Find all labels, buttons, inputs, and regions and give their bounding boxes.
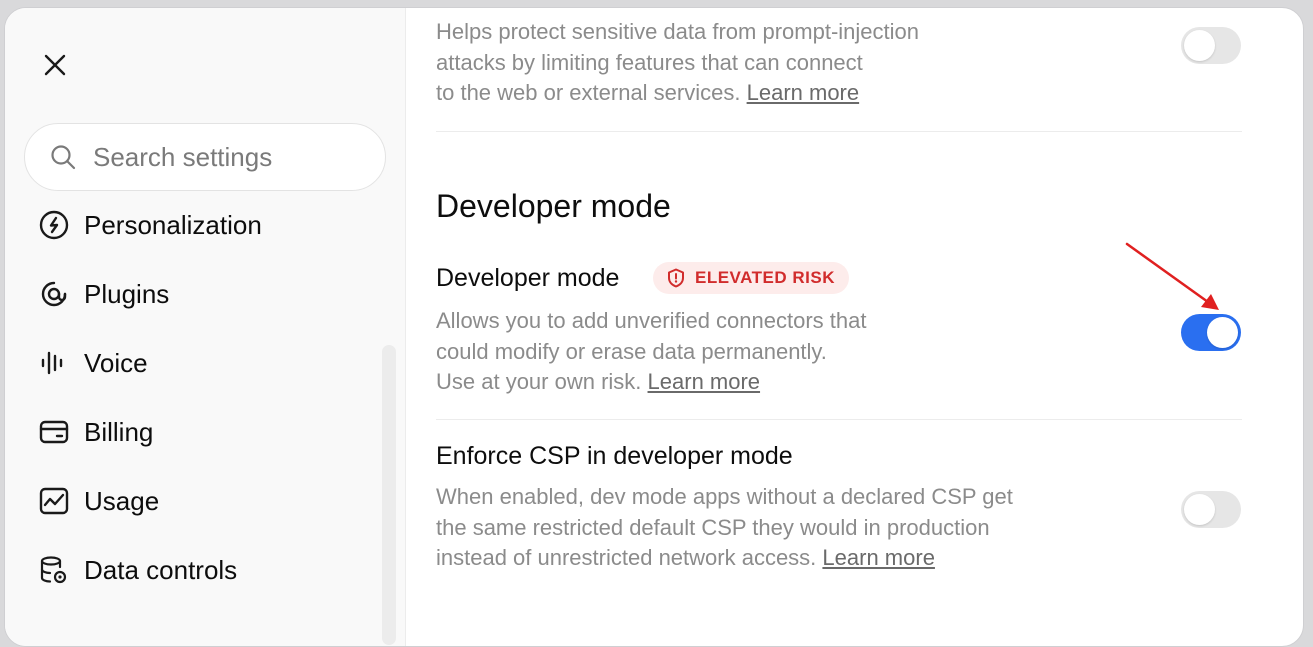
sidebar-item-label: Usage: [84, 485, 160, 516]
developer-mode-title: Developer mode: [436, 264, 620, 292]
sidebar-item-label: Personalization: [84, 209, 262, 240]
divider: [436, 131, 1242, 132]
toggle-knob: [1207, 317, 1238, 348]
top-setting-toggle[interactable]: [1181, 27, 1241, 64]
settings-sidebar: Personalization Plugins Voice: [5, 8, 406, 646]
settings-content: Helps protect sensitive data from prompt…: [436, 8, 1242, 646]
section-title: Developer mode: [436, 188, 671, 224]
personalization-icon: [37, 208, 71, 242]
elevated-risk-badge: ELEVATED RISK: [653, 262, 849, 294]
sidebar-scrollbar[interactable]: [382, 345, 396, 645]
sidebar-item-label: Billing: [84, 416, 154, 447]
toggle-knob: [1184, 30, 1215, 61]
learn-more-link[interactable]: Learn more: [822, 545, 935, 570]
risk-shield-icon: [668, 268, 684, 288]
developer-mode-description: Allows you to add unverified connectors …: [436, 308, 867, 394]
search-icon: [51, 145, 76, 170]
toggle-knob: [1184, 494, 1215, 525]
sidebar-item-data-controls[interactable]: Data controls: [37, 550, 237, 590]
close-icon: [44, 54, 66, 76]
enforce-csp-toggle[interactable]: [1181, 491, 1241, 528]
search-input[interactable]: [93, 141, 363, 173]
learn-more-link[interactable]: Learn more: [747, 80, 860, 105]
sidebar-item-label: Plugins: [84, 278, 170, 309]
plugins-icon: [37, 277, 71, 311]
sidebar-item-voice[interactable]: Voice: [37, 343, 148, 383]
settings-window: Personalization Plugins Voice: [4, 7, 1304, 647]
sidebar-item-label: Voice: [84, 347, 148, 378]
sidebar-item-personalization[interactable]: Personalization: [37, 205, 262, 245]
sidebar-item-usage[interactable]: Usage: [37, 481, 159, 521]
enforce-csp-description: When enabled, dev mode apps without a de…: [436, 484, 1013, 570]
voice-waveform-icon: [37, 346, 71, 380]
learn-more-link[interactable]: Learn more: [648, 369, 761, 394]
top-setting-description: Helps protect sensitive data from prompt…: [436, 19, 919, 105]
sidebar-item-plugins[interactable]: Plugins: [37, 274, 169, 314]
enforce-csp-title: Enforce CSP in developer mode: [436, 442, 793, 470]
developer-mode-toggle[interactable]: [1181, 314, 1241, 351]
badge-label: ELEVATED RISK: [695, 268, 835, 287]
close-button[interactable]: [39, 49, 71, 81]
divider: [436, 419, 1242, 420]
sidebar-item-label: Data controls: [84, 554, 238, 585]
search-box[interactable]: [24, 123, 386, 191]
data-controls-icon: [37, 553, 71, 587]
sidebar-item-billing[interactable]: Billing: [37, 412, 153, 452]
billing-card-icon: [37, 415, 71, 449]
usage-chart-icon: [37, 484, 71, 518]
